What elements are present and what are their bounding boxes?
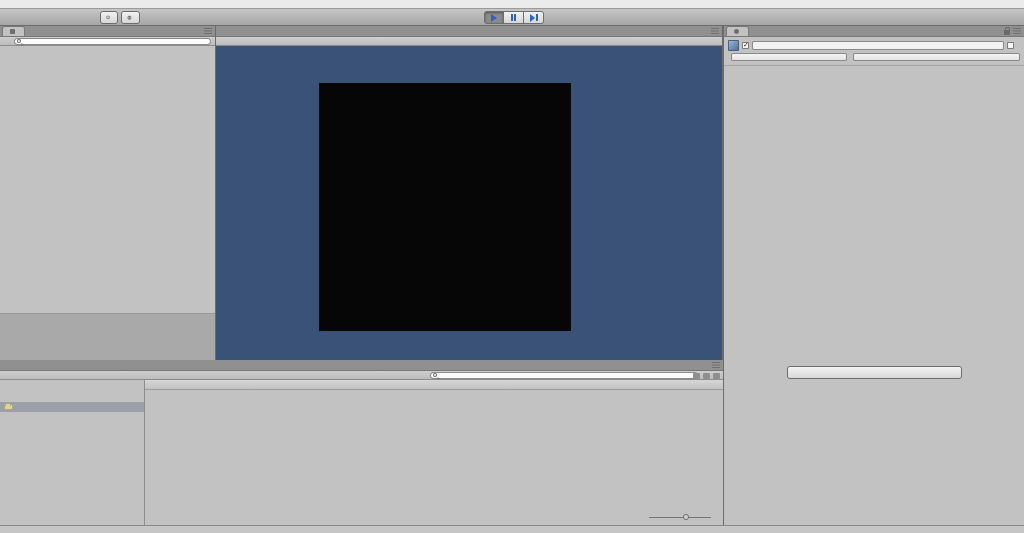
hierarchy-empty-area[interactable] [0,313,215,360]
step-button[interactable] [524,11,544,24]
pause-icon [511,14,513,21]
project-search[interactable] [430,371,698,379]
favorites-item[interactable] [0,380,144,389]
play-button[interactable] [484,11,504,24]
object-name-field[interactable] [752,40,1004,50]
project-panel [0,360,723,525]
play-icon [491,13,497,22]
search-icon [433,373,437,377]
pivot-button[interactable]: ⊙ [100,11,119,24]
tile-grid [319,83,571,331]
add-component-button[interactable] [787,366,962,379]
favorite-search-icon[interactable] [713,372,720,379]
folder-icon [4,402,13,410]
main-toolbar: ⊙ ◍ [0,9,1024,26]
search-by-type-icon[interactable] [693,372,700,379]
hierarchy-icon [10,29,15,34]
hierarchy-panel [0,26,215,360]
hierarchy-search-input[interactable] [23,38,208,44]
tab-inspector[interactable] [726,26,749,36]
static-checkbox[interactable] [1007,41,1014,49]
inspector-panel [723,26,1024,533]
panel-menu-icon[interactable] [711,28,719,34]
gameobject-icon [728,39,739,51]
tab-hierarchy[interactable] [2,26,25,36]
hierarchy-search[interactable] [14,37,211,45]
lock-icon[interactable] [1004,27,1010,35]
panel-menu-icon[interactable] [712,362,720,368]
search-by-label-icon[interactable] [703,372,710,379]
layer-dropdown[interactable] [853,52,1020,61]
slider-knob[interactable] [683,514,690,520]
assets-path-header [145,380,723,390]
project-search-input[interactable] [439,372,695,378]
panel-menu-icon[interactable] [1013,28,1021,34]
pause-button[interactable] [504,11,524,24]
space-button[interactable]: ◍ [121,11,140,24]
inspector-icon [734,29,739,34]
project-tree [0,380,145,525]
menu-bar [0,0,1024,9]
hierarchy-list [0,46,215,313]
tag-dropdown[interactable] [731,52,847,61]
active-checkbox[interactable] [742,41,749,49]
panel-menu-icon[interactable] [204,28,212,34]
icon-size-slider[interactable] [649,513,711,521]
viewport-panel [215,26,723,360]
assets-folder-item[interactable] [0,401,144,412]
search-icon [17,39,21,43]
game-view-canvas[interactable] [216,46,722,360]
status-bar [0,525,1024,533]
step-icon [529,13,535,22]
